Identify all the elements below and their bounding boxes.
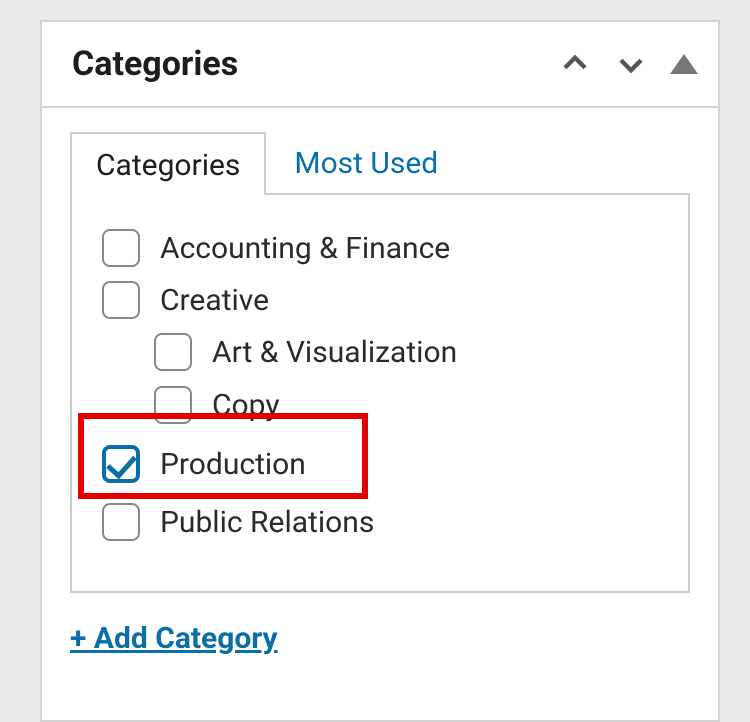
category-label: Creative — [160, 283, 269, 318]
move-up-button[interactable] — [558, 47, 592, 81]
add-category-link[interactable]: + Add Category — [70, 621, 278, 656]
category-item-art-visualization[interactable]: Art & Visualization — [154, 333, 662, 371]
category-label: Art & Visualization — [212, 335, 457, 370]
panel-title: Categories — [72, 44, 558, 84]
category-item-accounting-finance[interactable]: Accounting & Finance — [102, 229, 662, 267]
panel-header: Categories — [42, 22, 718, 108]
category-label: Public Relations — [160, 505, 374, 540]
chevron-down-icon — [616, 49, 646, 79]
checkbox[interactable] — [154, 333, 192, 371]
category-tabs: Categories Most Used — [70, 132, 690, 193]
tab-categories[interactable]: Categories — [70, 132, 266, 195]
panel-header-controls — [558, 47, 698, 81]
category-item-creative[interactable]: Creative — [102, 281, 662, 319]
checkbox[interactable] — [102, 503, 140, 541]
categories-panel: Categories Categories Most Used Accounti… — [40, 20, 720, 722]
move-down-button[interactable] — [614, 47, 648, 81]
category-item-public-relations[interactable]: Public Relations — [102, 503, 662, 541]
category-list: Accounting & Finance Creative Art & Visu… — [70, 193, 690, 593]
checkbox[interactable] — [102, 229, 140, 267]
highlight-box — [78, 413, 368, 499]
tab-most-used[interactable]: Most Used — [266, 132, 462, 193]
category-label: Accounting & Finance — [160, 231, 450, 266]
chevron-up-icon — [560, 49, 590, 79]
collapse-toggle[interactable] — [670, 54, 698, 74]
checkbox[interactable] — [102, 281, 140, 319]
panel-body: Categories Most Used Accounting & Financ… — [42, 108, 718, 656]
